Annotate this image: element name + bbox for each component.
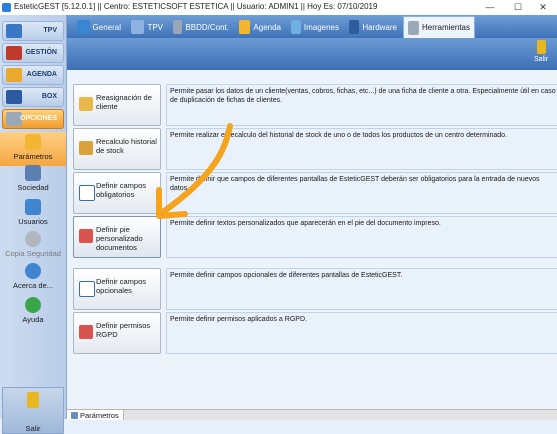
sidebar-item-ayuda[interactable]: Ayuda xyxy=(0,297,66,324)
client-swap-icon xyxy=(79,97,93,111)
annotation-arrow xyxy=(156,123,233,219)
tab-label: General xyxy=(92,22,121,32)
general-icon xyxy=(77,20,90,34)
sidebar-item-acerca-de[interactable]: Acerca de... xyxy=(0,263,66,290)
database-icon xyxy=(173,20,183,34)
tab-imagenes[interactable]: Imagenes xyxy=(287,17,343,37)
operation-description: Permite definir permisos aplicados a RGP… xyxy=(166,312,557,354)
left-navigation: TPV GESTIÓN AGENDA BOX OPCIONES Parámetr… xyxy=(0,15,67,434)
pie-personalizado-button[interactable]: Definir pie personalizado documentos xyxy=(73,216,161,258)
sidebar-item-label: Sociedad xyxy=(17,183,49,192)
tab-label: Agenda xyxy=(253,22,281,32)
button-label: Reasignación de cliente xyxy=(96,93,152,111)
nav-button-opciones[interactable]: OPCIONES xyxy=(2,109,64,129)
stock-recalc-icon xyxy=(79,141,93,155)
gestion-icon xyxy=(6,46,22,60)
nav-label: OPCIONES xyxy=(20,115,57,122)
toolbar-exit-button[interactable]: Salir xyxy=(531,40,551,63)
sidebar-item-usuarios[interactable]: Usuarios xyxy=(0,199,66,226)
document-tab-bar: Parámetros xyxy=(67,409,557,420)
tools-panel: Reasignación de cliente Permite pasar lo… xyxy=(67,70,557,409)
parametros-icon xyxy=(25,134,41,150)
close-button[interactable]: ✕ xyxy=(529,0,557,15)
checkbox-icon xyxy=(79,185,95,201)
nav-button-box[interactable]: BOX xyxy=(2,87,64,107)
backup-icon xyxy=(25,231,41,247)
button-label: Definir campos opcionales xyxy=(96,277,147,295)
sidebar-item-label: Acerca de... xyxy=(12,281,54,290)
sidebar-item-parametros[interactable]: Parámetros xyxy=(0,132,66,166)
tab-label: TPV xyxy=(147,22,163,32)
help-icon xyxy=(25,297,41,313)
tools-icon xyxy=(408,20,419,35)
sidebar-item-label: Usuarios xyxy=(18,217,48,226)
info-icon xyxy=(25,263,41,279)
sidebar-item-sociedad[interactable]: Sociedad xyxy=(0,165,66,192)
minimize-button[interactable]: — xyxy=(476,0,504,15)
nav-label: AGENDA xyxy=(26,71,57,78)
images-icon xyxy=(291,20,301,34)
tab-herramientas[interactable]: Herramientas xyxy=(403,16,475,38)
maximize-button[interactable]: ☐ xyxy=(504,0,532,15)
tab-hardware[interactable]: Hardware xyxy=(345,17,401,37)
usuarios-icon xyxy=(25,199,41,215)
checkbox-icon xyxy=(79,281,95,297)
agenda-icon xyxy=(239,20,251,34)
app-icon xyxy=(2,3,11,12)
document-footer-icon xyxy=(79,229,93,243)
tab-general[interactable]: General xyxy=(73,17,125,37)
tab-bbdd[interactable]: BBDD/Cont. xyxy=(169,17,233,37)
sociedad-icon xyxy=(25,165,41,181)
toolbar-exit-label: Salir xyxy=(533,56,548,63)
operation-description: Permite definir textos personalizados qu… xyxy=(166,216,557,258)
grid-icon xyxy=(71,411,78,419)
nav-button-tpv[interactable]: TPV xyxy=(2,21,64,41)
button-label: Definir pie personalizado documentos xyxy=(96,225,143,252)
button-label: Definir permisos RGPD xyxy=(96,321,151,339)
module-tab-strip: General TPV BBDD/Cont. Agenda Imagenes H… xyxy=(67,15,557,38)
tpv-icon xyxy=(6,24,22,38)
tab-label: Hardware xyxy=(362,22,397,32)
campos-opcionales-button[interactable]: Definir campos opcionales xyxy=(73,268,161,310)
rgpd-icon xyxy=(79,325,93,339)
sidebar-item-copia-seguridad[interactable]: Copia Seguridad xyxy=(0,231,66,258)
tab-label: Parámetros xyxy=(80,410,119,420)
exit-door-icon xyxy=(536,40,546,54)
tab-tpv[interactable]: TPV xyxy=(127,17,167,37)
hardware-icon xyxy=(349,20,360,34)
nav-label: BOX xyxy=(41,93,57,100)
sidebar-exit-button[interactable]: Salir xyxy=(2,387,64,434)
nav-button-agenda[interactable]: AGENDA xyxy=(2,65,64,85)
nav-label: GESTIÓN xyxy=(25,49,57,56)
window-title-bar: EsteticGEST [5.12.0.1] || Centro: ESTETI… xyxy=(0,0,557,16)
sidebar-item-label: Parámetros xyxy=(13,152,53,161)
module-toolbar: Salir xyxy=(67,38,557,70)
window-title: EsteticGEST [5.12.0.1] || Centro: ESTETI… xyxy=(14,2,378,11)
tab-label: Imagenes xyxy=(303,22,339,32)
operation-description: Permite definir campos opcionales de dif… xyxy=(166,268,557,310)
sidebar-item-label: Ayuda xyxy=(22,315,44,324)
permisos-rgpd-button[interactable]: Definir permisos RGPD xyxy=(73,312,161,354)
sidebar-item-label: Copia Seguridad xyxy=(5,249,61,258)
tab-agenda[interactable]: Agenda xyxy=(235,17,285,37)
box-icon xyxy=(6,90,22,104)
tab-label: Herramientas xyxy=(421,23,470,32)
nav-button-gestion[interactable]: GESTIÓN xyxy=(2,43,64,63)
nav-label: TPV xyxy=(43,27,57,34)
exit-door-icon xyxy=(27,392,39,408)
agenda-icon xyxy=(6,68,22,82)
tab-label: BBDD/Cont. xyxy=(185,22,229,32)
tpv-icon xyxy=(131,20,145,34)
sidebar-exit-label: Salir xyxy=(25,424,41,433)
